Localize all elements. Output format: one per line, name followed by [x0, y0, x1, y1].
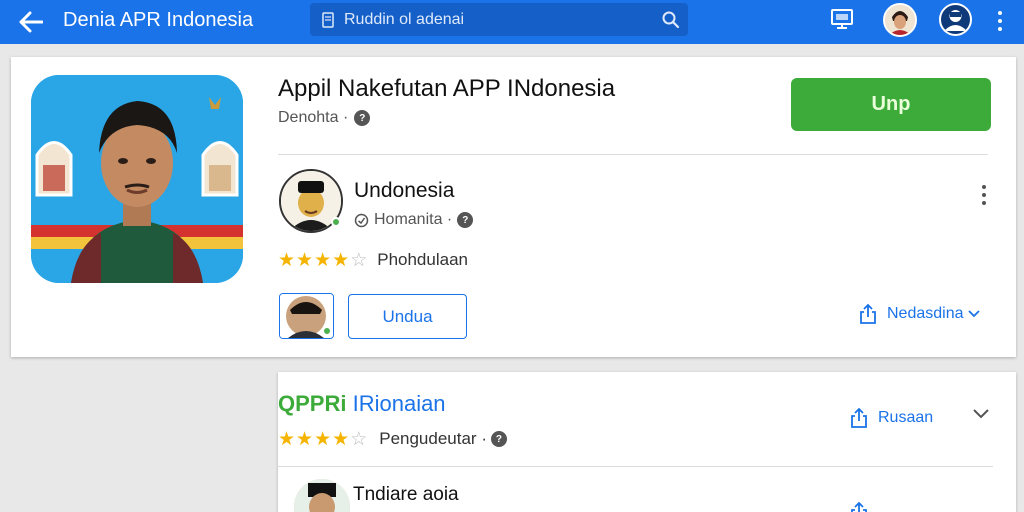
account-icon[interactable]: [939, 3, 972, 36]
app-icon: [31, 75, 243, 283]
star-filled-icon: ★: [278, 428, 296, 450]
reviewer-name: Undonesia: [354, 179, 455, 202]
verified-badge-icon: ?: [354, 110, 371, 126]
related-title-text: IRionaian: [352, 391, 446, 416]
install-button[interactable]: Unp: [791, 78, 991, 131]
check-circle-icon: [354, 213, 369, 227]
back-arrow-icon[interactable]: [16, 8, 46, 36]
reviewer-subline: Homanita · ?: [354, 211, 474, 229]
related-title[interactable]: QPPRi IRionaian: [278, 391, 446, 417]
developer-line: Denohta · ?: [278, 109, 371, 127]
star-filled-icon: ★: [314, 249, 332, 271]
star-filled-icon: ★: [332, 249, 350, 271]
divider: [278, 154, 988, 155]
chevron-down-icon: [967, 310, 980, 318]
share-icon: [851, 408, 867, 428]
related-item-avatar[interactable]: [294, 479, 350, 512]
reviewer-meta: Homanita ·: [374, 211, 453, 228]
related-card: QPPRi IRionaian Rusaan ★ ★ ★ ★ ☆ Pengudeutar…: [278, 372, 1016, 512]
related-rating-label: Pengudeutar ·: [379, 429, 487, 448]
share-label: Nedasdina: [887, 305, 964, 322]
user-avatar[interactable]: [883, 3, 917, 37]
verified-badge-icon: ?: [490, 431, 507, 447]
star-empty-icon: ☆: [350, 249, 368, 271]
review-action-button[interactable]: Undua: [348, 294, 467, 339]
app-detail-card: Appil Nakefutan APP INdonesia Denohta · …: [11, 57, 1016, 357]
monitor-icon[interactable]: [830, 7, 858, 35]
star-rating: ★ ★ ★ ★ ☆: [278, 430, 367, 449]
developer-name: Denohta ·: [278, 109, 349, 126]
review-more-icon[interactable]: [977, 185, 991, 205]
review-rating: ★ ★ ★ ★ ☆ Phohdulaan: [278, 250, 468, 270]
kebab-menu-icon[interactable]: [990, 9, 1010, 33]
search-input[interactable]: [344, 9, 644, 31]
star-filled-icon: ★: [278, 249, 296, 271]
verified-badge-icon: ?: [457, 212, 474, 228]
search-icon[interactable]: [662, 11, 680, 29]
top-app-bar: Denia APR Indonesia: [0, 0, 1024, 44]
star-filled-icon: ★: [296, 428, 314, 450]
search-bar[interactable]: [310, 3, 688, 36]
divider: [278, 466, 993, 467]
star-filled-icon: ★: [296, 249, 314, 271]
star-rating: ★ ★ ★ ★ ☆: [278, 251, 367, 270]
related-item-title: Tndiare aoia: [353, 484, 459, 505]
rating-label: Phohdulaan: [377, 250, 468, 269]
related-brand: QPPRi: [278, 391, 347, 416]
star-empty-icon: ☆: [350, 428, 368, 450]
related-link-label: Rusaan: [878, 409, 934, 426]
star-filled-icon: ★: [332, 428, 350, 450]
online-status-icon: [331, 217, 341, 227]
document-icon: [322, 12, 334, 28]
chevron-down-icon[interactable]: [973, 406, 989, 424]
star-filled-icon: ★: [314, 428, 332, 450]
online-status-icon: [322, 326, 332, 336]
share-icon: [851, 502, 867, 512]
share-icon: [860, 304, 876, 324]
share-dropdown[interactable]: Nedasdina: [859, 304, 980, 324]
app-bar-title: Denia APR Indonesia: [63, 9, 254, 31]
related-share-link[interactable]: Rusaan: [850, 408, 933, 428]
app-title: Appil Nakefutan APP INdonesia: [278, 75, 616, 102]
related-rating: ★ ★ ★ ★ ☆ Pengudeutar · ?: [278, 429, 507, 449]
related-item-link[interactable]: [850, 502, 868, 512]
